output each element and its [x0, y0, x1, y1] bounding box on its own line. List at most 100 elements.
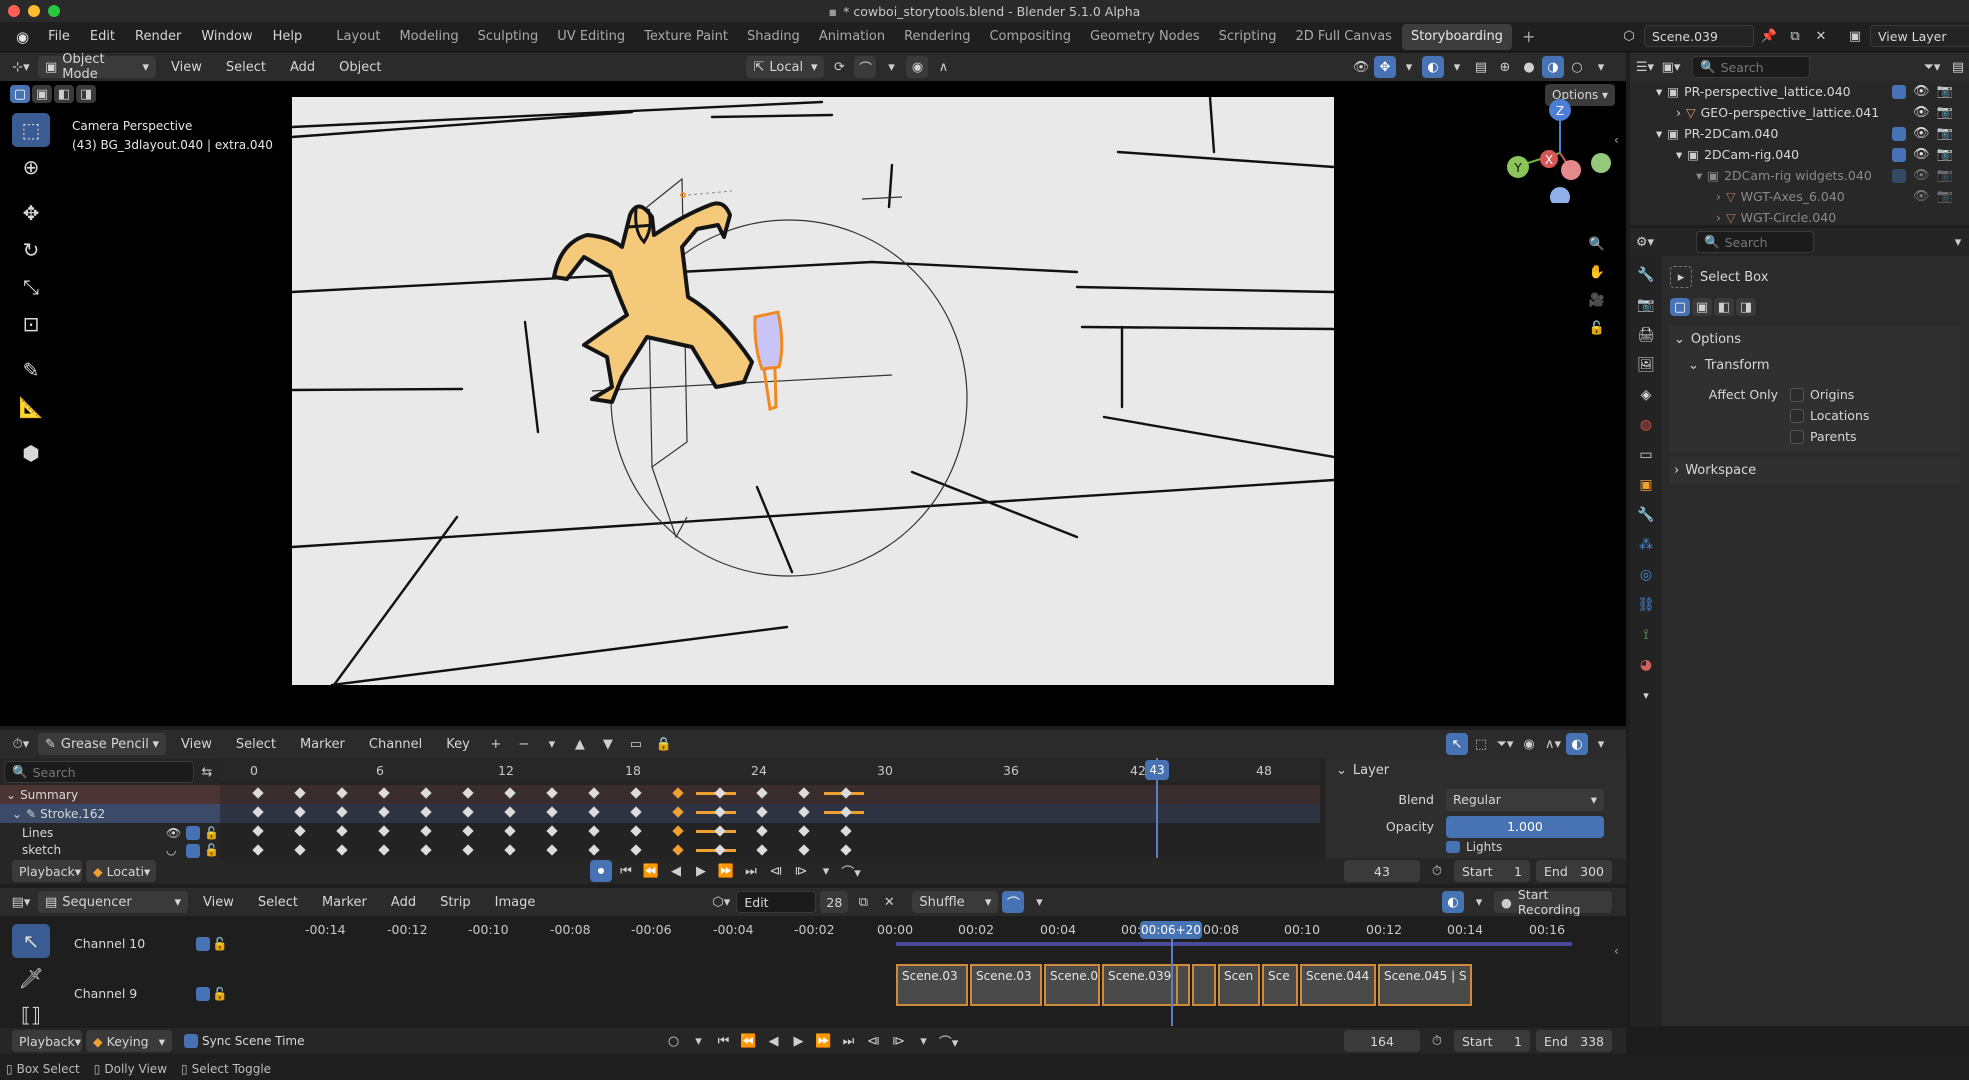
start-frame-field[interactable]: Start 1 [1454, 860, 1530, 882]
lock-icon[interactable]: 🔓 [204, 826, 219, 840]
dopesheet-menu-marker[interactable]: Marker [291, 731, 354, 757]
scene-strip[interactable]: Scene.03 [896, 964, 968, 1006]
keyframe[interactable] [756, 825, 768, 837]
menu-help[interactable]: Help [264, 24, 312, 50]
falloff-icon[interactable]: ∧▾ [1542, 733, 1564, 755]
auto-key-record-icon[interactable]: ○ [663, 1030, 685, 1052]
physics-tab-icon[interactable]: ◎ [1635, 564, 1657, 586]
xray-icon[interactable]: ▤ [1470, 56, 1492, 78]
eye-hidden-icon[interactable]: ◡ [166, 843, 176, 857]
keyframe[interactable] [798, 825, 810, 837]
select-invert-icon[interactable]: ◨ [76, 85, 96, 103]
workspace-panel-header[interactable]: › Workspace [1670, 457, 1960, 483]
dopesheet-mode-dropdown[interactable]: ✎ Grease Pencil ▾ [38, 733, 166, 755]
next-marker-icon[interactable]: ⧐ [790, 860, 812, 882]
snapping-icon[interactable]: ⌒ [1002, 891, 1025, 913]
add-cube-tool-icon[interactable]: ⬢ [12, 436, 50, 470]
keyframe[interactable] [630, 806, 642, 818]
next-marker-icon[interactable]: ⧐ [888, 1030, 910, 1052]
scene-strip[interactable] [1176, 964, 1190, 1006]
tab-compositing[interactable]: Compositing [980, 24, 1080, 50]
keyframe[interactable] [714, 825, 726, 837]
add-workspace-icon[interactable]: + [1513, 24, 1544, 50]
show-hidden-icon[interactable]: ⬚ [1470, 733, 1492, 755]
keyframe[interactable] [336, 787, 348, 799]
tab-modeling[interactable]: Modeling [390, 24, 467, 50]
eye-icon[interactable]: 👁 [1913, 123, 1930, 144]
keyframe[interactable] [252, 806, 264, 818]
prev-keyframe-icon[interactable]: ⏪ [640, 860, 662, 882]
scene-tab-icon[interactable]: ◈ [1635, 384, 1657, 406]
sequencer-menu-add[interactable]: Add [382, 889, 425, 915]
cursor-tool-icon[interactable]: ⊕ [12, 150, 50, 184]
keyframe[interactable] [294, 844, 306, 856]
viewport-menu-view[interactable]: View [162, 54, 211, 80]
lights-checkbox[interactable] [1446, 841, 1460, 853]
keyframe[interactable] [462, 825, 474, 837]
world-tab-icon[interactable]: ◍ [1635, 414, 1657, 436]
include-checkbox[interactable] [1892, 147, 1906, 162]
prev-marker-icon[interactable]: ⧏ [765, 860, 787, 882]
menu-render[interactable]: Render [126, 24, 190, 50]
keyframe[interactable] [462, 787, 474, 799]
properties-search-input[interactable]: 🔍 Search [1696, 231, 1814, 253]
channel-search-input[interactable]: 🔍 Search [4, 761, 194, 783]
lock-icon[interactable]: 🔓 [204, 843, 219, 857]
sequencer-menu-strip[interactable]: Strip [431, 889, 480, 915]
properties-options-icon[interactable]: ▾ [1947, 231, 1969, 253]
pin-icon[interactable]: 📌 [1758, 25, 1780, 47]
keying-set-dropdown[interactable]: ◆ Locati ▾ [86, 860, 156, 882]
select-invert-icon[interactable]: ◨ [1736, 298, 1756, 316]
channel-sketch[interactable]: sketch ◡ 🔓 [0, 842, 220, 858]
keyframe[interactable] [588, 787, 600, 799]
opacity-slider[interactable]: 1.000 [1446, 815, 1604, 838]
current-time-indicator[interactable]: 00:06+20 [1140, 921, 1202, 939]
snap-playhead-icon[interactable]: ⌒▾ [840, 860, 862, 882]
remove-layer-icon[interactable]: − [513, 733, 535, 755]
zoom-icon[interactable]: 🔍 [1586, 233, 1608, 255]
keying-dropdown[interactable]: ◆ Keying ▾ [86, 1030, 172, 1052]
view-layer-icon[interactable]: ▣ [1844, 25, 1866, 47]
playback-dropdown[interactable]: Playback ▾ [12, 1030, 82, 1052]
add-layer-icon[interactable]: + [485, 733, 507, 755]
keyframe[interactable] [546, 806, 558, 818]
keyframe[interactable] [378, 844, 390, 856]
collection-tab-icon[interactable]: ▭ [1635, 444, 1657, 466]
only-selected-icon[interactable]: ↖ [1446, 733, 1468, 755]
keyframe[interactable] [840, 844, 852, 856]
new-scene-icon[interactable]: ⧉ [1784, 25, 1806, 47]
auto-key-record-icon[interactable]: ⏺ [590, 860, 612, 882]
keyframe[interactable] [672, 844, 684, 856]
keyframe[interactable] [504, 806, 516, 818]
lock-icon[interactable]: 🔓 [212, 936, 228, 952]
tab-shading[interactable]: Shading [738, 24, 809, 50]
eye-icon[interactable]: 👁 [1913, 186, 1930, 207]
overlay-toggle-icon[interactable]: ◐ [1566, 733, 1588, 755]
dopesheet-area[interactable]: 🔍 Search ⇆ ⌄ Summary ⌄ ✎ Stroke.162 Lines 👁 🔓… [0, 758, 1326, 858]
keyframe[interactable] [714, 806, 726, 818]
play-reverse-icon[interactable]: ◀ [763, 1030, 785, 1052]
new-collection-icon[interactable]: ▤ [1947, 56, 1969, 78]
sequencer-menu-marker[interactable]: Marker [313, 889, 376, 915]
dopesheet-menu-channel[interactable]: Channel [360, 731, 431, 757]
eye-icon[interactable]: 👁 [1913, 81, 1930, 102]
jump-end-icon[interactable]: ⏭ [838, 1030, 860, 1052]
select-subtract-icon[interactable]: ◧ [1714, 298, 1734, 316]
sequencer-menu-select[interactable]: Select [249, 889, 307, 915]
scene-selector-icon[interactable]: ⬡▾ [710, 891, 732, 913]
blend-dropdown[interactable]: Regular ▾ [1446, 788, 1604, 811]
layer-visible-checkbox[interactable] [186, 826, 200, 840]
tab-uv-editing[interactable]: UV Editing [548, 24, 634, 50]
origins-checkbox[interactable] [1790, 387, 1804, 402]
close-window-button[interactable] [8, 5, 20, 17]
eye-icon[interactable]: 👁 [1913, 165, 1930, 186]
select-new-icon[interactable]: ▢ [10, 85, 30, 103]
tab-layout[interactable]: Layout [327, 24, 389, 50]
camera-frame[interactable] [292, 97, 1334, 685]
keyframe[interactable] [672, 806, 684, 818]
keyframe[interactable] [378, 806, 390, 818]
tab-geometry-nodes[interactable]: Geometry Nodes [1081, 24, 1209, 50]
scene-strip[interactable]: Scene.03 [970, 964, 1042, 1006]
overlay-dropdown-icon[interactable]: ▾ [1590, 733, 1612, 755]
more-tabs-icon[interactable]: ▾ [1635, 684, 1657, 706]
